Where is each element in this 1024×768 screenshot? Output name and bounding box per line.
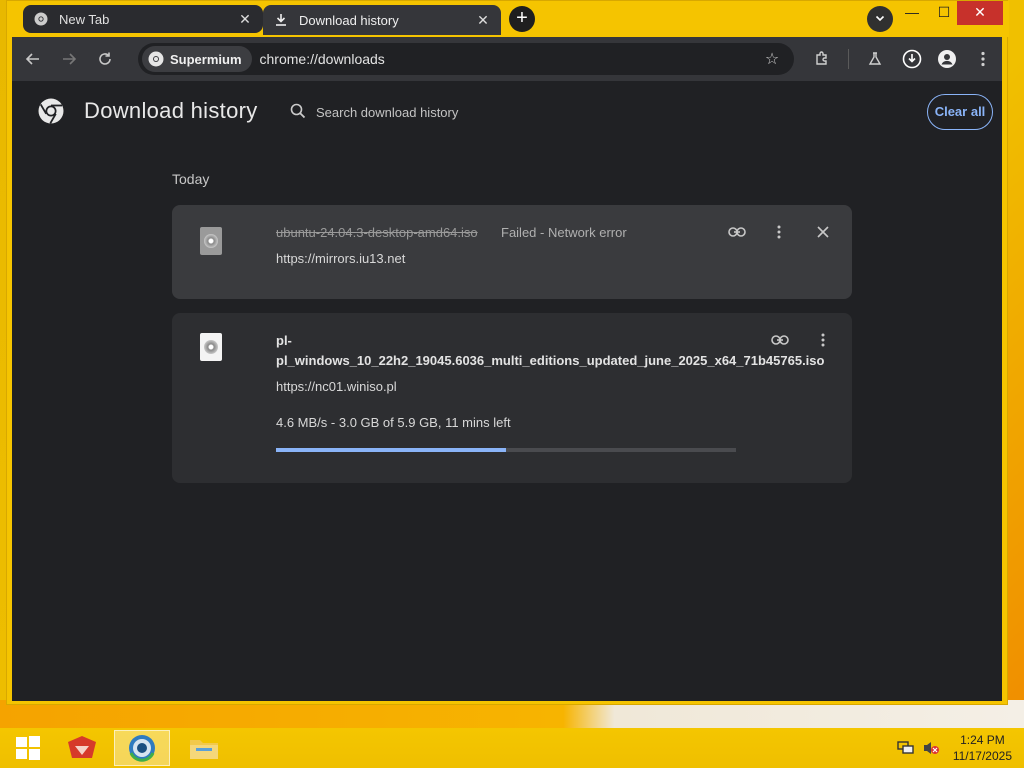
taskbar: 1:24 PM 11/17/2025 xyxy=(0,728,1024,768)
taskbar-supermium[interactable] xyxy=(114,730,170,766)
more-actions-icon[interactable] xyxy=(766,219,792,245)
clock-date: 11/17/2025 xyxy=(952,749,1012,763)
app-logo-icon xyxy=(68,736,96,758)
arrow-right-icon xyxy=(63,53,77,65)
start-button[interactable] xyxy=(0,730,56,766)
labs-button[interactable] xyxy=(860,44,890,74)
download-icon xyxy=(273,12,289,28)
reload-button[interactable] xyxy=(90,44,120,74)
download-filename[interactable]: pl-pl_windows_10_22h2_19045.6036_multi_e… xyxy=(276,331,824,371)
download-item-failed: ubuntu-24.04.3-desktop-amd64.iso Failed … xyxy=(172,205,852,299)
system-clock[interactable]: 1:24 PM 11/17/2025 xyxy=(953,732,1012,764)
minimize-button[interactable]: — xyxy=(895,1,929,25)
download-circle-icon xyxy=(902,49,922,69)
maximize-button[interactable]: ☐ xyxy=(927,1,961,25)
windows-logo-icon xyxy=(16,736,40,760)
reload-icon xyxy=(99,52,111,65)
toolbar-separator xyxy=(848,49,849,69)
browser-window: New Tab ✕ Download history ✕ + — ☐ ✕ Sup… xyxy=(6,0,1009,705)
taskbar-file-explorer[interactable] xyxy=(176,730,232,766)
puzzle-icon xyxy=(816,51,827,65)
download-progress-bar xyxy=(276,448,736,452)
extensions-button[interactable] xyxy=(807,44,837,74)
downloads-page: Download history Clear all Today ubuntu-… xyxy=(12,81,1002,701)
chip-label: Supermium xyxy=(170,51,242,67)
supermium-icon xyxy=(129,735,155,762)
folder-icon xyxy=(190,740,218,759)
download-status: Failed - Network error xyxy=(501,225,627,240)
download-source-url[interactable]: https://mirrors.iu13.net xyxy=(276,251,405,266)
download-progress-fill xyxy=(276,448,506,452)
tab-strip: New Tab ✕ Download history ✕ + — ☐ ✕ xyxy=(7,1,1009,37)
supermium-icon xyxy=(148,51,164,67)
downloads-button[interactable] xyxy=(897,44,927,74)
kebab-menu-icon xyxy=(981,51,985,67)
copy-link-icon[interactable] xyxy=(724,219,750,245)
clear-all-button[interactable]: Clear all xyxy=(927,94,993,130)
chevron-down-icon xyxy=(875,15,885,22)
remove-item-close-icon[interactable] xyxy=(810,219,836,245)
download-progress-text: 4.6 MB/s - 3.0 GB of 5.9 GB, 11 mins lef… xyxy=(276,415,511,430)
flask-icon xyxy=(868,52,882,65)
back-button[interactable] xyxy=(18,44,48,74)
chrome-logo-icon xyxy=(38,98,64,124)
search-icon xyxy=(290,103,308,121)
tab-label: Download history xyxy=(299,12,399,28)
url-text[interactable]: chrome://downloads xyxy=(260,51,760,67)
download-filename[interactable]: ubuntu-24.04.3-desktop-amd64.iso xyxy=(276,225,478,240)
page-title: Download history xyxy=(84,98,258,123)
clock-time: 1:24 PM xyxy=(960,733,1005,747)
close-window-button[interactable]: ✕ xyxy=(957,1,1003,25)
date-section-label: Today xyxy=(172,171,210,187)
menu-button[interactable] xyxy=(968,44,998,74)
search-input[interactable] xyxy=(316,104,716,120)
taskbar-app-red[interactable] xyxy=(54,730,110,766)
toolbar: Supermium chrome://downloads ☆ xyxy=(12,37,1002,81)
copy-link-icon[interactable] xyxy=(767,327,793,353)
bookmark-star-icon[interactable]: ☆ xyxy=(760,49,784,69)
profile-button[interactable] xyxy=(932,44,962,74)
forward-button[interactable] xyxy=(54,44,84,74)
tab-label: New Tab xyxy=(59,11,110,27)
disc-file-icon xyxy=(200,227,222,255)
download-item-in-progress: pl-pl_windows_10_22h2_19045.6036_multi_e… xyxy=(172,313,852,483)
tab-download-history[interactable]: Download history ✕ xyxy=(263,5,501,35)
new-tab-button[interactable]: + xyxy=(509,6,535,32)
volume-muted-icon[interactable] xyxy=(922,740,940,756)
page-header: Download history Clear all xyxy=(12,81,1002,143)
more-actions-icon[interactable] xyxy=(810,327,836,353)
network-icon[interactable] xyxy=(897,740,915,756)
address-bar[interactable]: Supermium chrome://downloads ☆ xyxy=(138,43,794,75)
close-icon[interactable]: ✕ xyxy=(475,12,491,29)
download-source-url[interactable]: https://nc01.winiso.pl xyxy=(276,379,397,394)
site-info-chip[interactable]: Supermium xyxy=(142,46,252,72)
chrome-icon xyxy=(33,11,49,27)
search-box[interactable] xyxy=(282,84,922,140)
tab-search-button[interactable] xyxy=(867,6,893,32)
avatar-icon xyxy=(938,50,956,68)
disc-file-icon xyxy=(200,333,222,361)
close-icon[interactable]: ✕ xyxy=(237,11,253,28)
tab-new-tab[interactable]: New Tab ✕ xyxy=(23,5,263,33)
arrow-left-icon xyxy=(25,53,39,65)
